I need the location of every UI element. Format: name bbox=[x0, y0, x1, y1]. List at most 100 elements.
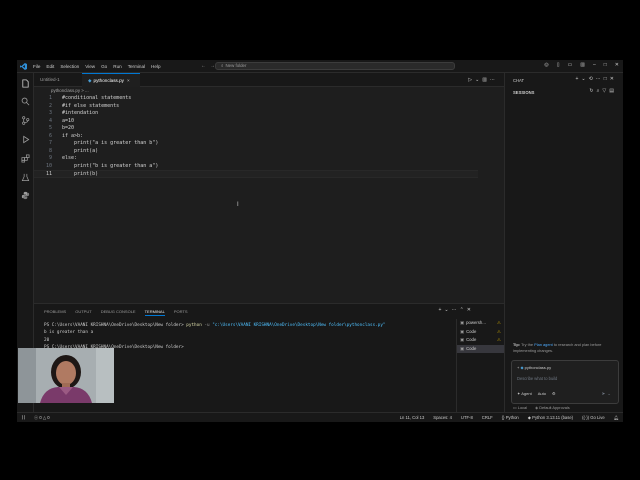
status-right-items: Ln 11, Col 13 Spaces: 4 UTF-8 CRLF {} Py… bbox=[400, 415, 619, 421]
terminal-item[interactable]: ▣ Code bbox=[457, 344, 504, 353]
more-actions-icon[interactable]: ⋯ bbox=[490, 77, 498, 83]
extensions-icon[interactable] bbox=[21, 154, 30, 163]
chat-input-placeholder[interactable]: Describe what to build bbox=[517, 376, 557, 381]
panel-close-icon[interactable]: ✕ bbox=[467, 307, 474, 313]
error-icon: ⓧ bbox=[34, 415, 39, 420]
presenter-video-image bbox=[18, 348, 114, 403]
code-editor[interactable]: 1 #conditional statements 2 #if else sta… bbox=[34, 95, 504, 303]
warning-icon: ⚠ bbox=[497, 328, 501, 334]
layout-icon[interactable]: ▥ bbox=[580, 62, 585, 68]
tip-text: Try the bbox=[520, 342, 535, 347]
editor-actions: ▷⌄▥⋯ bbox=[468, 77, 498, 83]
shield-icon: ◈ bbox=[535, 405, 539, 410]
title-bar: File Edit Selection View Go Run Terminal… bbox=[17, 60, 623, 73]
close-chat-icon[interactable]: ✕ bbox=[610, 76, 617, 82]
cursor-position[interactable]: Ln 11, Col 13 bbox=[400, 415, 425, 421]
line-number: 1 bbox=[48, 95, 52, 101]
menu-selection[interactable]: Selection bbox=[60, 64, 79, 69]
command-center-search[interactable]: ⌕ New folder bbox=[215, 62, 455, 70]
approvals-dropdown[interactable]: ◈ Default Approvals bbox=[535, 405, 570, 410]
toggle-panel-icon[interactable]: ▭ bbox=[568, 62, 573, 68]
back-arrow-icon[interactable]: ← bbox=[201, 63, 210, 69]
panel-maximize-icon[interactable]: ⌃ bbox=[460, 307, 467, 313]
window-controls: ◎ ▯ ▭ ▥ – □ ✕ bbox=[544, 62, 619, 68]
notifications-bell-icon[interactable]: 🔔︎ bbox=[614, 415, 619, 421]
terminal-dropdown-icon[interactable]: ⌄ bbox=[444, 307, 451, 313]
tab-problems[interactable]: PROBLEMS bbox=[44, 309, 66, 316]
terminal-icon: ▣ bbox=[460, 328, 465, 334]
python-icon[interactable] bbox=[21, 191, 30, 200]
agent-mode-dropdown[interactable]: ✦ Agent bbox=[517, 391, 532, 396]
line-code: #if else statements bbox=[62, 102, 120, 109]
terminal-icon: ▣ bbox=[460, 345, 465, 351]
chat-input-box[interactable]: + ◆ pythonclass.py Describe what to buil… bbox=[511, 360, 619, 404]
terminal-line: b is greater than a bbox=[44, 330, 94, 336]
split-editor-icon[interactable]: ▥ bbox=[482, 77, 490, 83]
run-debug-icon[interactable] bbox=[21, 135, 30, 144]
search-sidebar-icon[interactable] bbox=[21, 97, 30, 106]
send-dropdown-icon[interactable]: ⌄ bbox=[607, 391, 613, 396]
more-actions-icon[interactable]: ⋯ bbox=[596, 76, 604, 82]
terminal-item[interactable]: ▣ Code ⚠ bbox=[457, 328, 504, 337]
chat-dropdown-icon[interactable]: ⌄ bbox=[581, 76, 588, 82]
go-live-button[interactable]: ((·)) Go Live bbox=[582, 415, 605, 421]
warning-icon: △ bbox=[42, 415, 47, 420]
tab-debug-console[interactable]: DEBUG CONSOLE bbox=[101, 309, 136, 316]
menu-help[interactable]: Help bbox=[151, 64, 160, 69]
terminal-item[interactable]: ▣ Code ⚠ bbox=[457, 336, 504, 345]
panel-actions: +⌄⋯⌃✕ bbox=[438, 307, 474, 313]
refresh-icon[interactable]: ↻ bbox=[589, 88, 596, 94]
terminal-flag: -u bbox=[201, 323, 213, 328]
line-code: if a>b: bbox=[62, 132, 84, 139]
testing-icon[interactable] bbox=[21, 173, 30, 182]
code-line: 10 print("b is greater than a") bbox=[34, 163, 504, 171]
tab-output[interactable]: OUTPUT bbox=[75, 309, 91, 316]
menu-edit[interactable]: Edit bbox=[46, 64, 54, 69]
model-label: Auto bbox=[537, 391, 546, 396]
terminal-item[interactable]: ▣ powersh... ⚠ bbox=[457, 319, 504, 328]
source-control-icon[interactable] bbox=[21, 116, 30, 125]
code-line: 1 #conditional statements bbox=[34, 95, 504, 103]
more-actions-icon[interactable]: ⋯ bbox=[452, 307, 460, 313]
sessions-heading[interactable]: SESSIONS bbox=[513, 90, 534, 95]
language-label: Python bbox=[505, 415, 519, 420]
file-encoding[interactable]: UTF-8 bbox=[461, 415, 473, 421]
tab-untitled-1[interactable]: Untitled-1 bbox=[34, 73, 82, 87]
plan-agent-link[interactable]: Plan agent bbox=[534, 342, 553, 347]
tools-icon[interactable]: ⚙ bbox=[552, 391, 556, 396]
maximize-icon[interactable]: □ bbox=[604, 62, 607, 68]
copilot-icon[interactable]: ◎ bbox=[544, 62, 548, 68]
collapse-icon[interactable]: ▤ bbox=[609, 88, 617, 94]
interpreter-label: Python 3.13.11 (base) bbox=[532, 415, 574, 420]
line-number: 7 bbox=[48, 140, 52, 146]
history-icon[interactable]: ⟲ bbox=[589, 76, 596, 82]
toggle-sidebar-icon[interactable]: ▯ bbox=[557, 62, 560, 68]
remote-indicator-icon[interactable]: ⟩⟨ bbox=[17, 413, 30, 422]
close-window-icon[interactable]: ✕ bbox=[615, 62, 619, 68]
line-endings[interactable]: CRLF bbox=[482, 415, 493, 421]
line-code: print(a) bbox=[62, 147, 99, 154]
attach-icon[interactable]: + bbox=[517, 365, 519, 370]
tab-terminal[interactable]: TERMINAL bbox=[144, 309, 165, 316]
python-interpreter[interactable]: ◆ Python 3.13.11 (base) bbox=[528, 415, 573, 421]
tab-pythonclass[interactable]: ◆ pythonclass.py × bbox=[82, 73, 140, 87]
menu-go[interactable]: Go bbox=[101, 64, 107, 69]
menu-view[interactable]: View bbox=[85, 64, 95, 69]
menu-run[interactable]: Run bbox=[113, 64, 121, 69]
breadcrumb[interactable]: pythonclass.py > ... bbox=[34, 87, 504, 95]
context-file-chip[interactable]: + ◆ pythonclass.py bbox=[517, 365, 551, 370]
language-mode[interactable]: {} Python bbox=[502, 415, 519, 421]
line-number: 2 bbox=[48, 102, 52, 109]
line-number: 9 bbox=[48, 155, 52, 161]
menu-file[interactable]: File bbox=[33, 64, 40, 69]
status-problems[interactable]: ⓧ 0 △ 0 bbox=[34, 415, 50, 421]
close-tab-icon[interactable]: × bbox=[127, 78, 130, 83]
editor-tab-bar: Untitled-1 ◆ pythonclass.py × ▷⌄▥⋯ bbox=[34, 73, 504, 87]
indentation[interactable]: Spaces: 4 bbox=[433, 415, 452, 421]
local-target[interactable]: ▭ Local bbox=[513, 405, 527, 410]
minimize-icon[interactable]: – bbox=[593, 62, 596, 68]
model-dropdown[interactable]: Auto bbox=[538, 391, 546, 396]
tab-ports[interactable]: PORTS bbox=[174, 309, 188, 316]
explorer-icon[interactable] bbox=[21, 79, 30, 88]
menu-terminal[interactable]: Terminal bbox=[128, 64, 145, 69]
